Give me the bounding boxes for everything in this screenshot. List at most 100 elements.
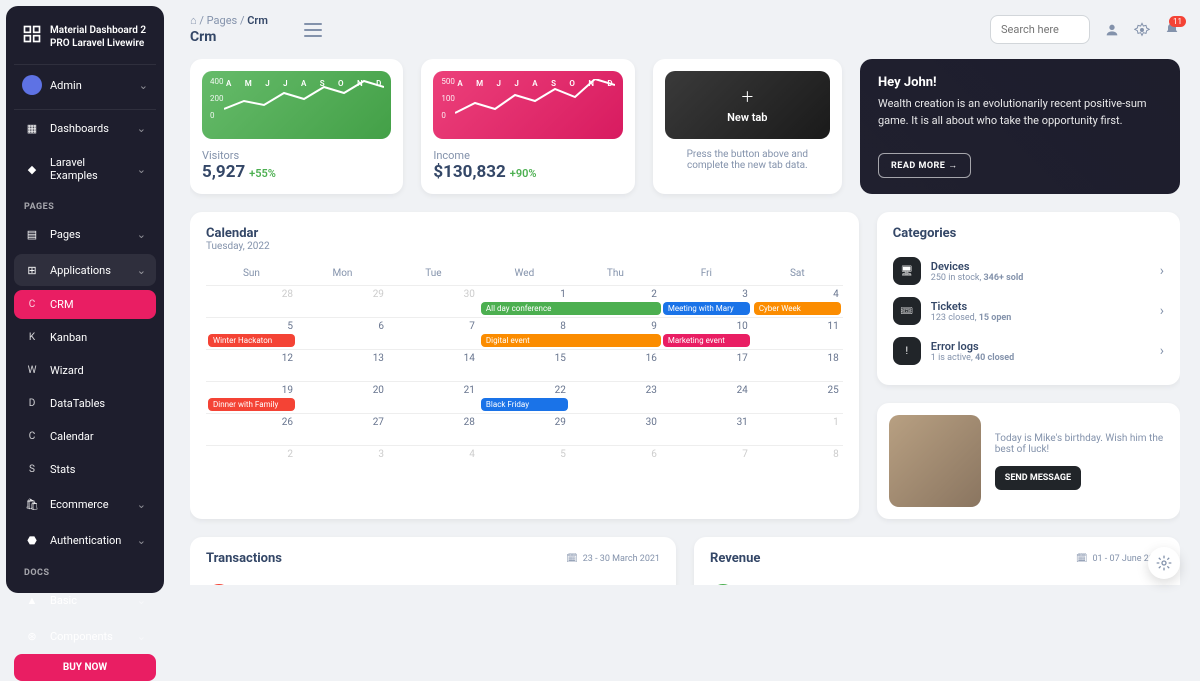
calendar-day[interactable]: 8 [752,445,843,477]
calendar-day[interactable]: 1All day conference [479,285,570,317]
nav-stats[interactable]: S Stats [14,455,156,484]
calendar-day[interactable]: 7 [661,445,752,477]
calendar-day[interactable]: 5 [479,445,570,477]
chevron-down-icon: ⌄ [137,163,146,176]
calendar-day[interactable]: 4 [388,445,479,477]
datatables-letter-icon: D [24,398,40,409]
category-item[interactable]: 🖥Devices250 in stock, 346+ sold› [893,251,1164,291]
brand-name: Material Dashboard 2 PRO Laravel Livewir… [50,24,148,50]
calendar-day[interactable]: 4Cyber Week [752,285,843,317]
calendar-day[interactable]: 3Meeting with Mary [661,285,752,317]
home-icon[interactable]: ⌂ [190,14,197,27]
chevron-down-icon: ⌄ [139,79,148,92]
calendar-day[interactable]: 23 [570,381,661,413]
calendar-day[interactable]: 29 [297,285,388,317]
nav-components[interactable]: ⊛ Components ⌄ [14,620,156,652]
calendar-day[interactable]: 10Marketing event [661,317,752,349]
arrow-up-icon: ∧ [710,584,736,585]
calendar-day[interactable]: 7 [388,317,479,349]
calendar-grid[interactable]: SunMonTueWedThuFriSat2829301All day conf… [206,262,843,477]
calendar-day[interactable]: 25 [752,381,843,413]
nav-ecommerce[interactable]: 🛍 Ecommerce ⌄ [14,488,156,520]
category-name: Devices [931,260,1024,273]
category-item[interactable]: 🎟Tickets123 closed, 15 open› [893,291,1164,331]
calendar-day[interactable]: 18 [752,349,843,381]
calendar-dow: Sat [752,262,843,285]
calendar-day[interactable]: 31 [661,413,752,445]
calendar-event[interactable]: Cyber Week [754,302,841,315]
nav-crm[interactable]: C CRM [14,290,156,319]
calendar-event[interactable]: Winter Hackaton [208,334,295,347]
calendar-day[interactable]: 6 [570,445,661,477]
calendar-event[interactable]: Black Friday [481,398,568,411]
calendar-day[interactable]: 26 [206,413,297,445]
calendar-day[interactable]: 20 [297,381,388,413]
nav-dashboards[interactable]: ▦ Dashboards ⌄ [14,112,156,144]
revenue-title: Revenue [710,551,760,566]
calendar-day[interactable]: 27 [297,413,388,445]
calendar-event[interactable]: Marketing event [663,334,750,347]
send-message-button[interactable]: SEND MESSAGE [995,466,1081,490]
nav-laravel-examples[interactable]: ◆ Laravel Examples ⌄ [14,148,156,190]
calendar-day[interactable]: 17 [661,349,752,381]
calendar-day[interactable]: 1 [752,413,843,445]
settings-fab[interactable] [1148,547,1180,579]
section-docs: DOCS [14,558,156,582]
read-more-button[interactable]: READ MORE → [878,153,971,178]
calendar-event[interactable]: Meeting with Mary [663,302,750,315]
calendar-day[interactable]: 3 [297,445,388,477]
calendar-day[interactable]: 5Winter Hackaton [206,317,297,349]
buy-now-button[interactable]: BUY NOW [14,654,156,681]
category-name: Tickets [931,300,1012,313]
chevron-down-icon: ⌄ [137,498,146,511]
calendar-day[interactable]: 22Black Friday [479,381,570,413]
transactions-range: 23 - 30 March 2021 [583,554,660,564]
settings-icon[interactable] [1134,22,1150,38]
calendar-day[interactable]: 19Dinner with Family [206,381,297,413]
calendar-day[interactable]: 8Digital event [479,317,570,349]
calendar-day[interactable]: 21 [388,381,479,413]
page-title: Crm [190,29,268,45]
account-icon[interactable] [1104,22,1120,38]
nav-authentication[interactable]: ⬣ Authentication ⌄ [14,524,156,556]
calendar-day[interactable]: 11 [752,317,843,349]
search-input[interactable] [990,15,1090,44]
calendar-event[interactable]: All day conference [481,302,661,315]
crumb-pages[interactable]: Pages [207,14,238,27]
calendar-day[interactable]: 28 [206,285,297,317]
calendar-day[interactable]: 28 [388,413,479,445]
calendar-day[interactable]: 15 [479,349,570,381]
calendar-event[interactable]: Digital event [481,334,661,347]
calendar-event[interactable]: Dinner with Family [208,398,295,411]
notifications-icon[interactable]: 11 [1164,22,1180,38]
lock-icon: ⬣ [24,532,40,548]
new-tab-button[interactable]: ＋ New tab [665,71,830,139]
nav-basic[interactable]: ▲ Basic ⌄ [14,584,156,616]
calendar-day[interactable]: 30 [388,285,479,317]
menu-toggle[interactable] [304,23,322,37]
income-card: 5001000 AMJJASOND Income $130,832 +90% [421,59,634,194]
calendar-day[interactable]: 30 [570,413,661,445]
nav-calendar[interactable]: C Calendar [14,422,156,451]
user-menu[interactable]: Admin ⌄ [14,65,156,110]
calendar-day[interactable]: 12 [206,349,297,381]
section-pages: PAGES [14,192,156,216]
calendar-day[interactable]: 14 [388,349,479,381]
calendar-day[interactable]: 2 [206,445,297,477]
nav-datatables[interactable]: D DataTables [14,389,156,418]
plus-icon: ＋ [740,87,754,107]
calendar-day[interactable]: 6 [297,317,388,349]
gear-icon [1156,555,1172,571]
category-item[interactable]: !Error logs1 is active, 40 closed› [893,331,1164,371]
calendar-day[interactable]: 24 [661,381,752,413]
nav-wizard[interactable]: W Wizard [14,356,156,385]
nav-kanban[interactable]: K Kanban [14,323,156,352]
nav-applications[interactable]: ⊞ Applications ⌄ [14,254,156,286]
category-name: Error logs [931,340,1014,353]
calendar-day[interactable]: 13 [297,349,388,381]
calendar-day[interactable]: 29 [479,413,570,445]
nav-pages[interactable]: ▤ Pages ⌄ [14,218,156,250]
category-meta: 250 in stock, 346+ sold [931,273,1024,283]
chevron-down-icon: ⌄ [137,594,146,607]
calendar-day[interactable]: 16 [570,349,661,381]
